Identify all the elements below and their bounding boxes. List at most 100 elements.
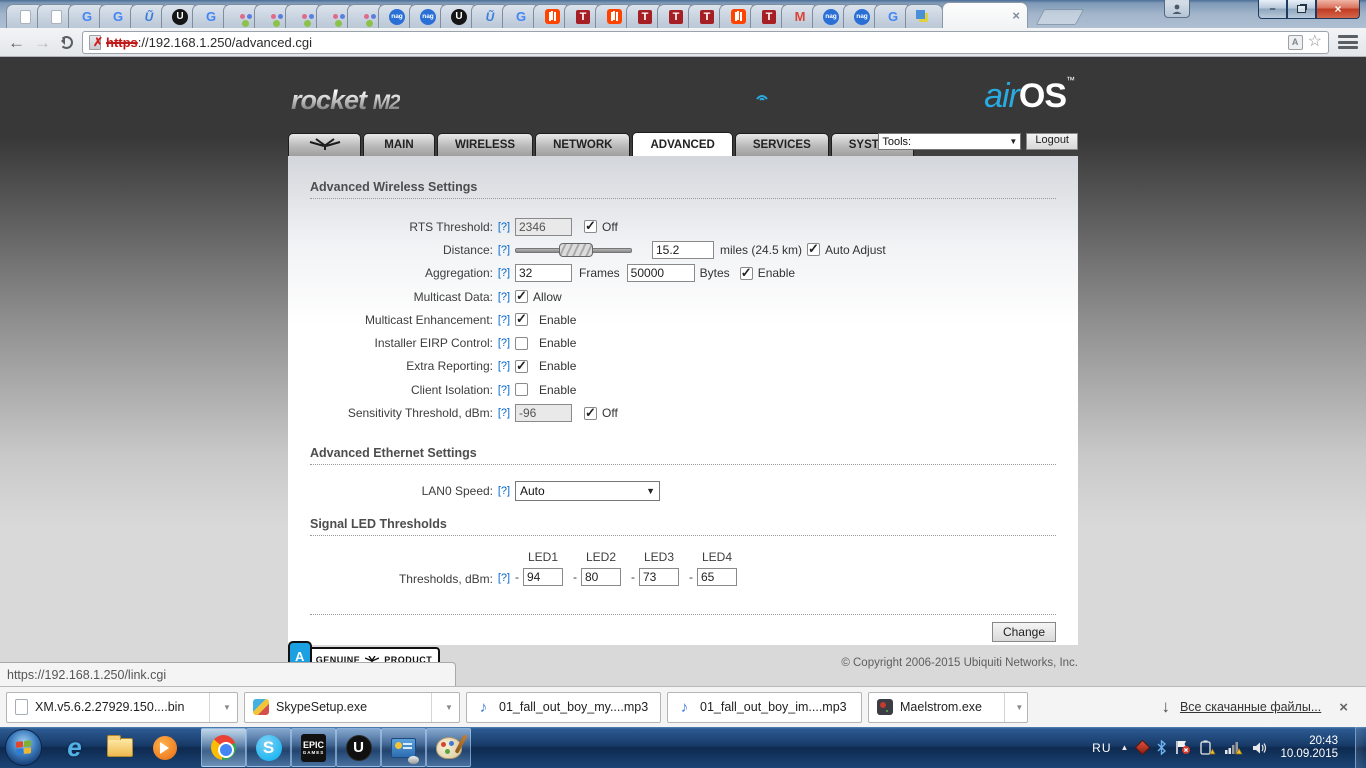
led1-threshold-input[interactable]	[523, 567, 563, 586]
dots-avatar-icon	[358, 9, 374, 25]
close-downloads-bar-button[interactable]: ×	[1339, 699, 1348, 716]
sensitivity-threshold-input[interactable]	[515, 404, 572, 423]
help-link[interactable]: [?]	[493, 572, 515, 584]
rts-off-checkbox[interactable]	[584, 218, 597, 234]
start-button[interactable]	[5, 729, 42, 766]
blank-page-icon	[50, 9, 62, 24]
language-indicator[interactable]: RU	[1092, 741, 1111, 755]
forward-button[interactable]: →	[34, 34, 51, 51]
copyright-text: © Copyright 2006-2015 Ubiquiti Networks,…	[841, 657, 1078, 669]
download-menu-arrow[interactable]: ▼	[217, 703, 237, 712]
taskbar-windows-explorer[interactable]	[97, 728, 142, 767]
google-icon: G	[887, 8, 899, 24]
taskbar-skype[interactable]: S	[246, 728, 291, 767]
tab-ubiquiti-home[interactable]	[288, 133, 361, 156]
section-divider	[310, 613, 1056, 615]
help-link[interactable]: [?]	[493, 360, 515, 372]
distance-unit: miles (24.5 km)	[720, 242, 803, 257]
help-link[interactable]: [?]	[493, 314, 515, 326]
help-link[interactable]: [?]	[493, 485, 515, 497]
volume-icon[interactable]	[1252, 741, 1267, 755]
minimize-button[interactable]: –	[1258, 0, 1287, 19]
chrome-menu-button[interactable]	[1338, 35, 1358, 49]
back-button[interactable]: ←	[8, 34, 25, 51]
show-hidden-icons-button[interactable]: ▲	[1121, 743, 1129, 752]
bookmark-star-icon[interactable]: ☆	[1308, 34, 1322, 50]
profile-avatar-button[interactable]	[1164, 0, 1190, 18]
download-menu-arrow[interactable]: ▼	[1012, 703, 1027, 712]
taskbar-epic-games[interactable]: EPIC GAMES	[291, 728, 336, 767]
multicast-enhancement-checkbox[interactable]	[515, 311, 528, 327]
multicast-data-checkbox[interactable]	[515, 288, 528, 304]
help-link[interactable]: [?]	[493, 337, 515, 349]
show-desktop-button[interactable]	[1355, 727, 1366, 768]
tab-wireless[interactable]: WIRELESS	[437, 133, 534, 156]
unreal-tournament-icon: Ũ	[485, 9, 495, 24]
distance-input[interactable]	[652, 240, 714, 259]
help-link[interactable]: [?]	[493, 291, 515, 303]
address-bar[interactable]: https://192.168.1.250/advanced.cgi A ☆	[82, 30, 1329, 54]
aggregation-bytes-input[interactable]	[626, 264, 695, 283]
tmall-icon: T	[762, 9, 776, 24]
taskbar-settings-app[interactable]	[381, 728, 426, 767]
taskbar-internet-explorer[interactable]: e	[52, 728, 97, 767]
aggregation-enable-checkbox[interactable]	[739, 265, 753, 281]
bluetooth-icon[interactable]	[1157, 740, 1167, 755]
reload-button[interactable]	[60, 35, 73, 49]
download-item[interactable]: XM.v5.6.2.27929.150....bin ▼	[6, 691, 238, 723]
active-browser-tab[interactable]: ×	[942, 2, 1028, 28]
distance-slider[interactable]	[515, 242, 632, 257]
led2-threshold-input[interactable]	[581, 567, 621, 586]
action-center-flag-icon[interactable]	[1175, 740, 1191, 755]
tab-services[interactable]: SERVICES	[734, 133, 829, 156]
led4-threshold-input[interactable]	[697, 567, 737, 586]
new-tab-button[interactable]	[1035, 9, 1085, 25]
download-item[interactable]: ♪ 01_fall_out_boy_my....mp3 ▼	[466, 691, 685, 723]
close-button[interactable]: ×	[1316, 0, 1360, 19]
aggregation-frames-input[interactable]	[515, 264, 572, 283]
taskbar-chrome[interactable]	[201, 728, 246, 767]
help-link[interactable]: [?]	[493, 221, 515, 233]
help-link[interactable]: [?]	[493, 244, 515, 256]
tray-app-icon[interactable]	[1135, 739, 1151, 756]
slider-handle[interactable]	[559, 242, 594, 257]
checkbox-label: Allow	[533, 289, 562, 304]
browser-tab[interactable]	[905, 4, 943, 28]
translate-icon[interactable]: A	[1287, 34, 1303, 50]
tab-advanced[interactable]: ADVANCED	[632, 132, 733, 156]
restore-button[interactable]	[1287, 0, 1316, 19]
lan0-speed-select[interactable]: Auto ▼	[515, 481, 660, 502]
rts-threshold-input[interactable]	[515, 217, 572, 236]
tools-select[interactable]: Tools: ▼	[878, 133, 1022, 150]
row-lan0-speed: LAN0 Speed: [?] Auto ▼	[310, 480, 1056, 503]
taskbar-paint[interactable]	[426, 728, 471, 767]
change-button[interactable]: Change	[991, 621, 1056, 642]
taskbar-clock[interactable]: 20:43 10.09.2015	[1280, 735, 1338, 761]
extra-reporting-checkbox[interactable]	[515, 358, 528, 374]
download-item[interactable]: SkypeSetup.exe ▼	[244, 691, 460, 723]
nag-forum-icon: nag	[823, 8, 839, 25]
tab-close-icon[interactable]: ×	[1012, 9, 1020, 22]
logout-button[interactable]: Logout	[1026, 133, 1078, 150]
taskbar-media-player[interactable]	[142, 728, 187, 767]
row-aggregation: Aggregation: [?] Frames Bytes Enable	[310, 262, 1056, 285]
client-isolation-checkbox[interactable]	[515, 383, 528, 397]
download-menu-arrow[interactable]: ▼	[439, 703, 459, 712]
auto-adjust-checkbox[interactable]	[807, 241, 821, 257]
download-item[interactable]: Maelstrom.exe ▼	[868, 691, 1028, 723]
download-item[interactable]: ♪ 01_fall_out_boy_im....mp3 ▼	[667, 691, 884, 723]
skype-icon: S	[255, 734, 282, 761]
help-link[interactable]: [?]	[493, 267, 515, 279]
battery-warning-icon[interactable]	[1200, 740, 1217, 755]
tab-main[interactable]: MAIN	[363, 133, 435, 156]
help-link[interactable]: [?]	[493, 384, 515, 396]
eirp-control-checkbox[interactable]	[515, 336, 528, 350]
sensitivity-off-checkbox[interactable]	[584, 405, 597, 421]
tab-network[interactable]: NETWORK	[535, 133, 631, 156]
taskbar-unreal-engine[interactable]: U	[336, 728, 381, 767]
led3-threshold-input[interactable]	[639, 567, 679, 586]
insecure-page-icon[interactable]	[89, 34, 103, 50]
network-signal-warning-icon[interactable]	[1225, 740, 1244, 755]
help-link[interactable]: [?]	[493, 407, 515, 419]
show-all-downloads-link[interactable]: Все скачанные файлы...	[1180, 700, 1321, 714]
